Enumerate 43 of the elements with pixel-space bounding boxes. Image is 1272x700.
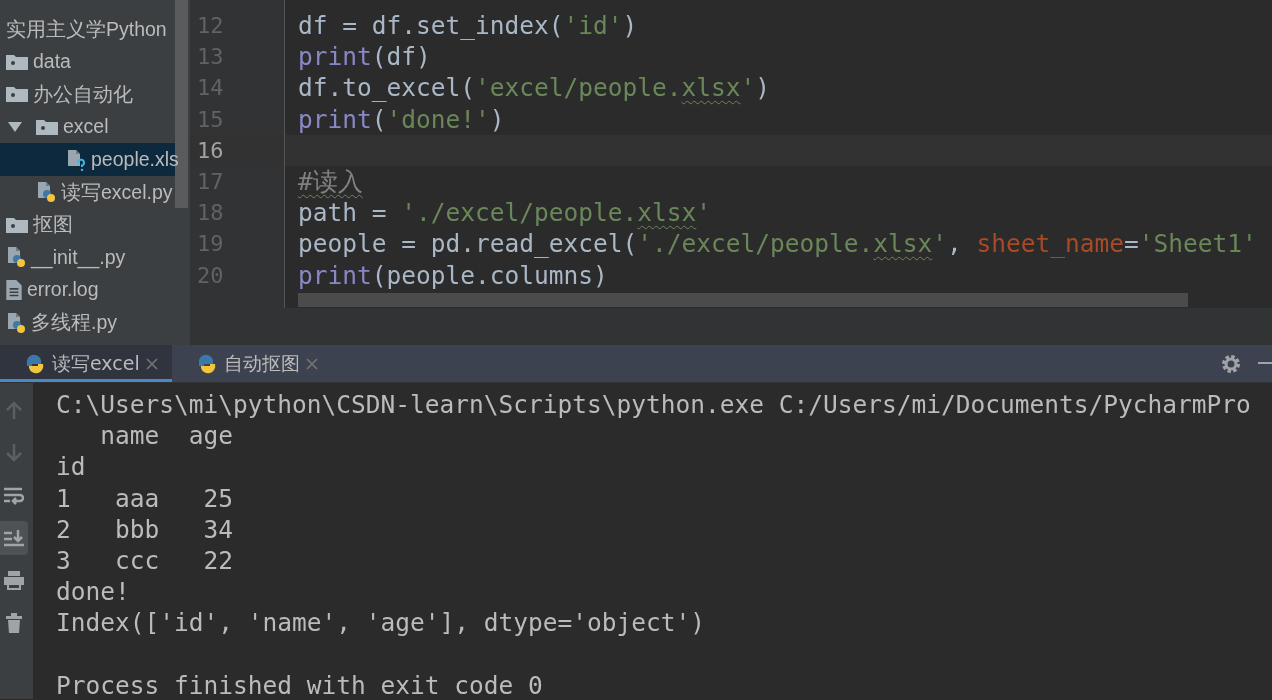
code-line: #读入 bbox=[297, 165, 364, 198]
expanded-arrow-icon[interactable] bbox=[7, 121, 23, 134]
code-line: path = './excel/people.xlsx' bbox=[297, 197, 713, 229]
console-output: name age bbox=[99, 420, 234, 452]
code-line: people = pd.read_excel('./excel/people.xlsx', sheet_name='Sheet1' bbox=[297, 228, 1258, 260]
text-file-icon bbox=[5, 279, 23, 302]
console-output: 3 ccc 22 bbox=[56, 544, 234, 577]
console-output: Process finished with exit code 0 bbox=[56, 669, 544, 699]
close-icon[interactable] bbox=[305, 357, 318, 370]
scroll-to-end-icon[interactable] bbox=[0, 520, 28, 555]
python-icon bbox=[24, 352, 46, 375]
run-tab[interactable]: 自动抠图 bbox=[171, 345, 332, 382]
tree-item[interactable]: excel bbox=[0, 110, 175, 144]
folder-icon bbox=[5, 85, 29, 104]
code-line: print(people.columns) bbox=[297, 259, 609, 291]
folder-icon bbox=[5, 52, 29, 71]
scrollbar[interactable] bbox=[298, 293, 1188, 307]
folder-icon bbox=[5, 215, 29, 234]
console-output: Index(['id', 'name', 'age'], dtype='object') bbox=[56, 607, 706, 639]
unknown-file-icon bbox=[65, 148, 87, 171]
close-icon[interactable] bbox=[145, 357, 158, 370]
code-line: print('done!') bbox=[297, 103, 506, 135]
folder-icon bbox=[35, 118, 59, 137]
tree-item[interactable]: 读写excel.py bbox=[0, 175, 175, 209]
code-line: print(df) bbox=[297, 41, 432, 73]
console-output: C:\Users\mi\python\CSDN-learn\Scripts\python.exe C:/Users/mi/Documents/PycharmPro bbox=[56, 389, 1252, 421]
python-file-icon bbox=[5, 246, 27, 269]
console-output: id bbox=[56, 451, 87, 483]
console-output: done! bbox=[56, 576, 131, 608]
code-line: df = df.set_index('id') bbox=[297, 10, 639, 42]
run-tab[interactable]: 读写excel bbox=[0, 345, 172, 382]
code-line: df.to_excel('excel/people.xlsx') bbox=[297, 72, 772, 104]
console-output: 1 aaa 25 bbox=[56, 482, 234, 514]
tree-item[interactable]: 办公自动化 bbox=[0, 78, 175, 111]
python-file-icon bbox=[35, 181, 57, 204]
tree-item[interactable]: __init__.py bbox=[0, 241, 175, 274]
console-output: 2 bbb 34 bbox=[56, 513, 234, 545]
tree-item[interactable]: 实用主义学Python bbox=[0, 13, 175, 46]
tree-item[interactable]: 抠图 bbox=[0, 208, 175, 242]
tree-item[interactable]: data bbox=[0, 45, 175, 79]
python-file-icon bbox=[5, 311, 27, 334]
tree-item[interactable]: error.log bbox=[0, 273, 175, 307]
tree-item[interactable]: 多线程.py bbox=[0, 306, 175, 339]
